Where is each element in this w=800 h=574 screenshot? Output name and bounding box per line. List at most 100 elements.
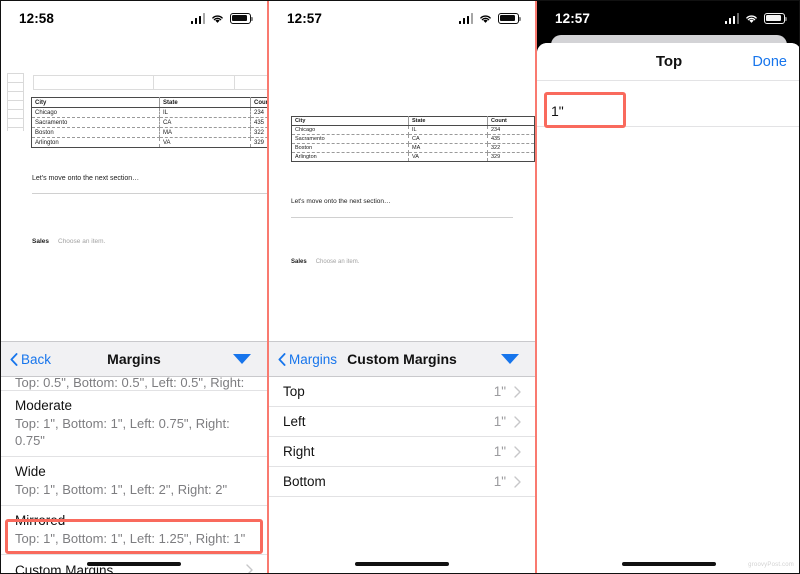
table-cell: 435 [250,117,267,128]
table-cell: 234 [487,125,535,135]
battery-icon [230,12,254,24]
chevron-right-icon [514,475,521,488]
list-item-right[interactable]: Right 1" [269,437,535,467]
table-row: Arlington VA 329 [291,152,535,162]
list-item-top[interactable]: Top 1" [269,377,535,407]
navbar: Back Margins [1,341,267,377]
list-item-value: 1" [493,474,506,489]
field-placeholder: Choose an item. [58,238,106,245]
panel-top-editor: 12:57 Top Done 1" groovyPost.com [535,1,799,573]
table-cell: Boston [31,127,160,138]
table-row: Chicago IL 234 [291,125,535,135]
status-time: 12:57 [287,10,323,26]
table-cell: 234 [250,107,267,118]
margin-value-field[interactable]: 1" [537,95,799,127]
panel-custom-margins: 12:57 City State Count Chicago IL 234 Sa… [267,1,535,573]
back-button[interactable]: Back [1,352,51,367]
document-preview[interactable]: City State Count ChicagoIL234 Sacramento… [269,35,535,341]
document-paragraph: Let's move onto the next section… [291,198,391,205]
status-bar: 12:58 [1,1,267,35]
list-item-wide[interactable]: Wide Top: 1", Bottom: 1", Left: 2", Righ… [1,457,267,506]
content-control[interactable]: Sales Choose an item. [291,259,359,265]
navbar: Margins Custom Margins [269,341,535,377]
list-item-title: Top [283,384,305,399]
table-cell: Chicago [31,107,160,118]
list-item-clipped[interactable]: Top: 0.5", Bottom: 0.5", Left: 0.5", Rig… [1,377,267,391]
content-control[interactable]: Sales Choose an item. [32,238,105,245]
list-item-subtitle: Top: 1", Bottom: 1", Left: 0.75", Right:… [15,416,230,448]
wifi-icon [212,14,223,23]
table-cell: MA [408,143,488,153]
list-item-title: Right [283,444,315,459]
list-item-value: 1" [493,384,506,399]
table-cell: Sacramento [291,134,409,144]
list-item-moderate[interactable]: Moderate Top: 1", Bottom: 1", Left: 0.75… [1,391,267,457]
list-item-subtitle: Top: 1", Bottom: 1", Left: 1.25", Right:… [15,531,246,546]
home-indicator [87,561,181,566]
table-header-cell: City [291,116,409,126]
wifi-icon [480,14,491,23]
margins-list: Top: 0.5", Bottom: 0.5", Left: 0.5", Rig… [1,377,267,573]
list-item-subtitle: Top: 0.5", Bottom: 0.5", Left: 0.5", Rig… [15,377,245,390]
table-cell: CA [408,134,488,144]
signal-icon [458,13,473,24]
signal-icon [190,13,205,24]
table-row: Chicago IL 234 [31,107,267,118]
list-item-title: Bottom [283,474,326,489]
status-indicators [458,12,522,24]
table-header-row: City State Count [291,116,535,126]
table-row: Arlington VA 329 [31,137,267,148]
data-table[interactable]: City State Count ChicagoIL234 Sacramento… [291,116,535,162]
table-header-row: City State Count [31,97,267,108]
horizontal-rule [32,193,267,194]
chevron-right-icon [514,415,521,428]
data-table[interactable]: City State Count ChicagoIL234 Sacramento… [31,97,267,148]
table-row: Boston MA 322 [31,127,267,138]
table-row: Boston MA 322 [291,143,535,153]
table-cell: 322 [487,143,535,153]
signal-icon [724,13,739,24]
table-cell: 435 [487,134,535,144]
table-header-cell: City [31,97,160,108]
status-indicators [724,12,788,24]
table-cell: Sacramento [31,117,160,128]
custom-margins-list: Top 1" Left 1" Right 1" Bottom 1" [269,377,535,497]
table-cell: Arlington [291,152,409,162]
list-item-subtitle: Top: 1", Bottom: 1", Left: 2", Right: 2" [15,482,228,497]
back-button[interactable]: Margins [269,352,337,367]
chevron-down-icon[interactable] [233,354,251,364]
margin-value-text: 1" [551,102,564,119]
watermark: groovyPost.com [748,562,794,568]
list-item-title: Wide [15,464,46,479]
chevron-left-icon [278,352,286,366]
list-item-left[interactable]: Left 1" [269,407,535,437]
back-button-label: Margins [289,351,338,367]
list-item-title: Left [283,414,306,429]
battery-icon [764,12,788,24]
table-row: Sacramento CA 435 [291,134,535,144]
battery-icon [498,12,522,24]
table-cell: 329 [250,137,267,148]
wifi-icon [746,14,757,23]
status-time: 12:58 [19,10,55,26]
done-button[interactable]: Done [752,54,787,70]
horizontal-rule [291,217,513,218]
table-cell: VA [159,137,251,148]
home-indicator [355,561,449,566]
table-cell: Arlington [31,137,160,148]
status-bar: 12:57 [537,1,799,35]
back-button-label: Back [21,351,52,367]
list-item-bottom[interactable]: Bottom 1" [269,467,535,497]
list-item-title: Moderate [15,398,73,413]
panel-margins-list: 12:58 City State Cou Chicago IL 234 Sacr… [1,1,267,573]
document-preview[interactable]: City State Count ChicagoIL234 Sacramento… [1,35,267,341]
panel-strip: 12:58 City State Cou Chicago IL 234 Sacr… [1,1,799,573]
field-placeholder: Choose an item. [315,259,360,265]
chevron-right-icon [514,385,521,398]
list-item-mirrored[interactable]: Mirrored Top: 1", Bottom: 1", Left: 1.25… [1,506,267,555]
table-cell: MA [159,127,251,138]
table-cell: Boston [291,143,409,153]
table-header-cell: Count [250,97,267,108]
table-header-cell: State [408,116,488,126]
chevron-down-icon[interactable] [501,354,519,364]
